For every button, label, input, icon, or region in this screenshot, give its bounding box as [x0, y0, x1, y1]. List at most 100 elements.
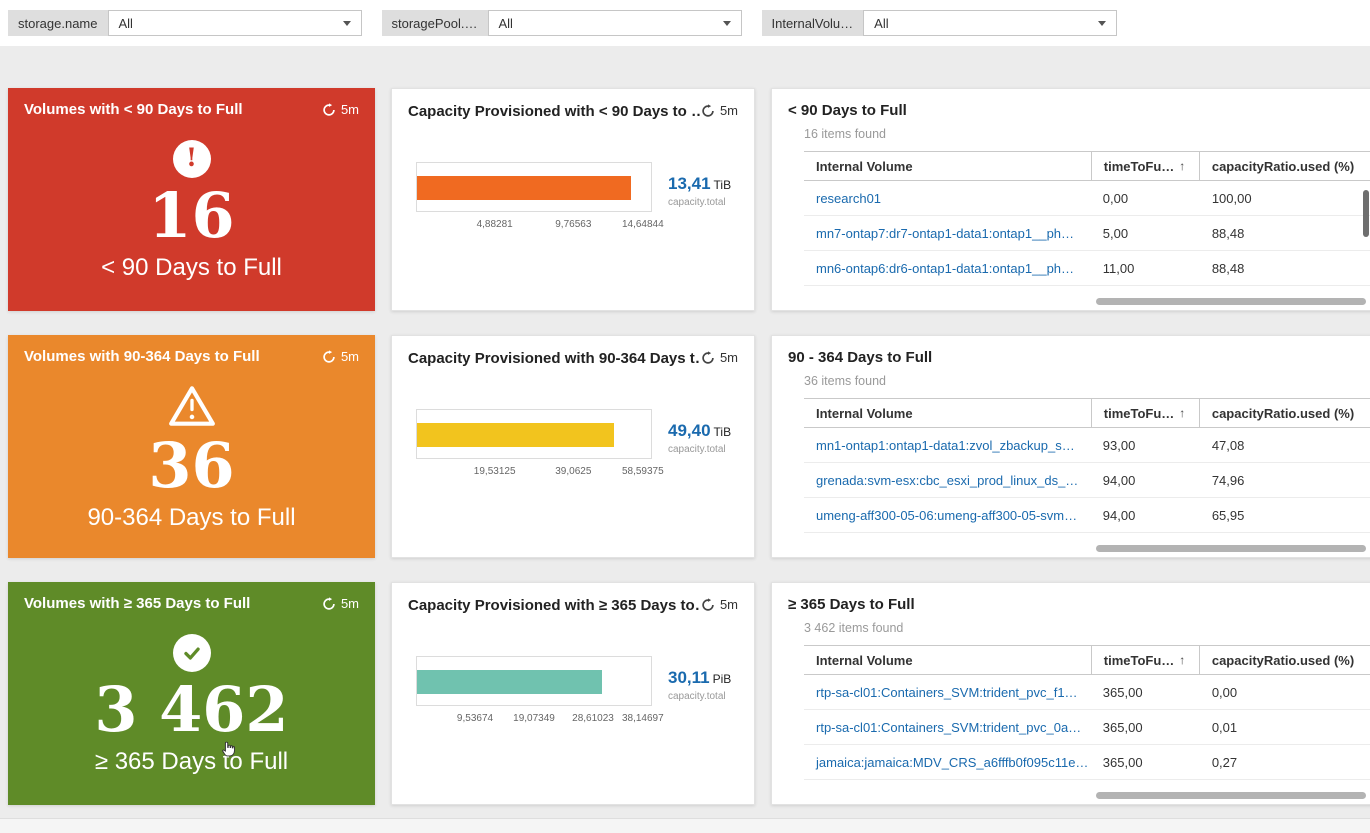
refresh-icon: [323, 349, 335, 363]
refresh-icon: [702, 597, 714, 611]
metric-value-block: 30,11 PiB capacity.total: [668, 656, 731, 726]
card-title: Volumes with ≥ 365 Days to Full: [24, 595, 251, 612]
time-to-full-value: 94,00: [1102, 507, 1136, 523]
internal-volume-link[interactable]: mn7-ontap7:dr7-ontap1-data1:ontap1__ph…: [804, 226, 1091, 241]
refresh-button[interactable]: 5m: [322, 349, 359, 364]
plot-area: [416, 409, 652, 459]
column-header-time-to-full[interactable]: timeToFu… ↑: [1090, 646, 1200, 674]
column-header-capacity-ratio[interactable]: capacityRatio.used (%): [1200, 152, 1370, 180]
metric-value: 30,11: [668, 668, 710, 687]
tick-label: 9,76563: [555, 219, 592, 230]
refresh-button[interactable]: 5m: [322, 102, 359, 117]
table-row: mn7-ontap7:dr7-ontap1-data1:ontap1__ph… …: [804, 216, 1370, 251]
time-to-full-value: 11,00: [1102, 260, 1135, 276]
filter-storage-name-select[interactable]: All: [107, 10, 362, 36]
items-found: 16 items found: [804, 127, 886, 141]
internal-volume-link[interactable]: jamaica:jamaica:MDV_CRS_a6fffb0f095c11e…: [804, 755, 1091, 770]
refresh-button[interactable]: 5m: [322, 596, 359, 611]
tick-label: 28,61023: [572, 713, 614, 724]
capacity-ratio-value: 0,00: [1211, 684, 1238, 700]
table-header-row: Internal Volume timeToFu… ↑ capacityRati…: [804, 645, 1370, 675]
capacity-ratio-value: 65,95: [1211, 507, 1245, 523]
internal-volume-link[interactable]: rtp-sa-cl01:Containers_SVM:trident_pvc_f…: [804, 685, 1091, 700]
internal-volume-link[interactable]: mn6-ontap6:dr6-ontap1-data1:ontap1__ph…: [804, 261, 1091, 276]
vertical-scrollbar-thumb[interactable]: [1363, 190, 1369, 237]
chevron-down-icon: [722, 20, 731, 26]
tick-label: 39,0625: [555, 466, 592, 477]
column-header-internal-volume[interactable]: Internal Volume: [804, 152, 1091, 180]
refresh-button[interactable]: 5m: [701, 597, 738, 612]
filter-selected-value: All: [118, 15, 133, 31]
refresh-icon: [702, 350, 714, 364]
card-title: Volumes with < 90 Days to Full: [24, 101, 243, 118]
chevron-down-icon: [1098, 20, 1107, 26]
chart-panel-90-364-days: Capacity Provisioned with 90-364 Days t……: [391, 335, 755, 558]
internal-volume-link[interactable]: mn1-ontap1:ontap1-data1:zvol_zbackup_s…: [804, 438, 1091, 453]
column-header-internal-volume[interactable]: Internal Volume: [804, 399, 1091, 427]
column-header-capacity-ratio[interactable]: capacityRatio.used (%): [1200, 646, 1370, 674]
chart-panel-365-plus-days: Capacity Provisioned with ≥ 365 Days to……: [391, 582, 755, 805]
table-panel-365-plus-days: ≥ 365 Days to Full 3 462 items found Int…: [771, 582, 1370, 805]
capacity-ratio-value: 0,01: [1211, 719, 1238, 735]
filter-internal-volume-select[interactable]: All: [863, 10, 1118, 36]
x-axis-ticks: 19,53125 39,0625 58,59375: [416, 466, 664, 479]
table-panel-less-90-days: < 90 Days to Full 16 items found Interna…: [771, 88, 1370, 311]
capacity-ratio-value: 0,27: [1211, 754, 1238, 770]
filter-internal-volume: InternalVolu… All: [761, 10, 1118, 36]
summary-card-90-364-days: Volumes with 90-364 Days to Full 5m 36 9…: [8, 335, 375, 558]
table-header-row: Internal Volume timeToFu… ↑ capacityRati…: [804, 398, 1370, 428]
capacity-ratio-value: 47,08: [1211, 437, 1245, 453]
items-found: 36 items found: [804, 374, 886, 388]
capacity-ratio-value: 88,48: [1211, 225, 1245, 241]
tick-label: 14,64844: [621, 219, 664, 230]
horizontal-scrollbar-thumb[interactable]: [1096, 792, 1366, 799]
time-to-full-value: 365,00: [1102, 684, 1143, 700]
refresh-button[interactable]: 5m: [701, 103, 738, 118]
table-title: < 90 Days to Full: [788, 102, 907, 119]
time-to-full-value: 0,00: [1102, 190, 1129, 206]
filter-label: InternalVolu…: [761, 10, 864, 36]
bar-chart: 4,88281 9,76563 14,64844: [416, 162, 664, 232]
refresh-interval: 5m: [719, 103, 738, 118]
time-to-full-value: 365,00: [1102, 719, 1143, 735]
column-header-time-to-full[interactable]: timeToFu… ↑: [1090, 399, 1200, 427]
refresh-button[interactable]: 5m: [701, 350, 738, 365]
horizontal-scrollbar-thumb[interactable]: [1096, 545, 1366, 552]
internal-volume-link[interactable]: umeng-aff300-05-06:umeng-aff300-05-svm…: [804, 508, 1091, 523]
sort-ascending-icon: ↑: [1179, 406, 1186, 420]
card-label: 90-364 Days to Full: [87, 503, 296, 531]
items-found: 3 462 items found: [804, 621, 904, 635]
time-to-full-value: 5,00: [1102, 225, 1129, 241]
card-title: Volumes with 90-364 Days to Full: [24, 348, 260, 365]
filter-label: storage.name: [8, 10, 108, 36]
plot-area: [416, 162, 652, 212]
chevron-down-icon: [342, 20, 351, 26]
capacity-ratio-value: 88,48: [1211, 260, 1245, 276]
volumes-table: Internal Volume timeToFu… ↑ capacityRati…: [804, 151, 1370, 286]
table-header-row: Internal Volume timeToFu… ↑ capacityRati…: [804, 151, 1370, 181]
table-row: grenada:svm-esx:cbc_esxi_prod_linux_ds_……: [804, 463, 1370, 498]
horizontal-scrollbar-thumb[interactable]: [1096, 298, 1366, 305]
refresh-interval: 5m: [340, 102, 359, 117]
panel-title: Capacity Provisioned with < 90 Days to …: [408, 103, 701, 120]
internal-volume-link[interactable]: grenada:svm-esx:cbc_esxi_prod_linux_ds_…: [804, 473, 1091, 488]
tick-label: 58,59375: [621, 466, 664, 477]
page-horizontal-scrollbar-track[interactable]: [0, 818, 1370, 833]
column-header-capacity-ratio[interactable]: capacityRatio.used (%): [1200, 399, 1370, 427]
metric-unit: PiB: [712, 672, 732, 686]
metric-value-block: 13,41 TiB capacity.total: [668, 162, 731, 232]
refresh-interval: 5m: [340, 596, 359, 611]
table-row: umeng-aff300-05-06:umeng-aff300-05-svm… …: [804, 498, 1370, 533]
filter-storage-pool-select[interactable]: All: [487, 10, 742, 36]
capacity-ratio-value: 100,00: [1211, 190, 1252, 206]
sort-ascending-icon: ↑: [1179, 159, 1186, 173]
chart-panel-less-90-days: Capacity Provisioned with < 90 Days to ……: [391, 88, 755, 311]
tick-label: 38,14697: [621, 713, 664, 724]
table-title: ≥ 365 Days to Full: [788, 596, 915, 613]
column-header-time-to-full[interactable]: timeToFu… ↑: [1090, 152, 1200, 180]
internal-volume-link[interactable]: research01: [804, 191, 1091, 206]
time-to-full-value: 93,00: [1102, 437, 1136, 453]
column-header-internal-volume[interactable]: Internal Volume: [804, 646, 1091, 674]
internal-volume-link[interactable]: rtp-sa-cl01:Containers_SVM:trident_pvc_0…: [804, 720, 1091, 735]
volume-count: 36: [148, 428, 235, 502]
